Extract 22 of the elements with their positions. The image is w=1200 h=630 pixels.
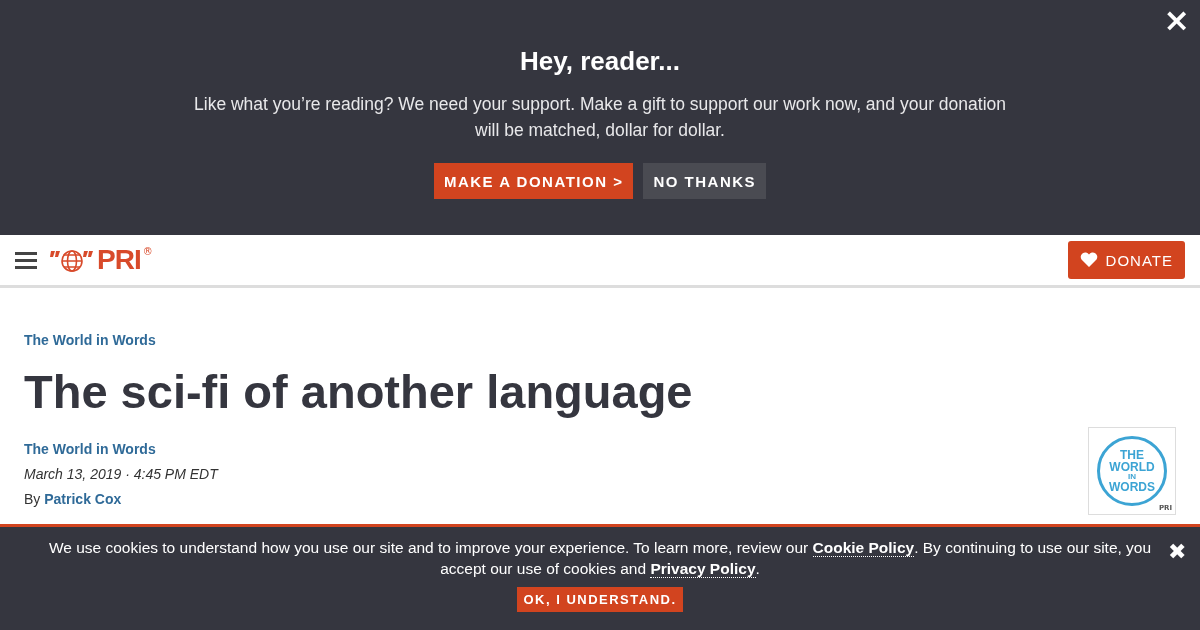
policy-link[interactable]: Privacy Policy [650,560,756,578]
author-link[interactable]: Patrick Cox [44,491,122,507]
program-link[interactable]: The World in Words [24,441,218,457]
banner-title: Hey, reader... [520,46,680,77]
close-button[interactable]: × [1163,4,1190,36]
cookie-notice: We use cookies to understand how you use our site and to improve your experience. To learn more, review our Cookie Policy. By continuing to use our site, you accept our use of cookies and Privacy Policy. [47,538,1153,579]
dismiss-button[interactable]: NO THANKS [643,163,767,199]
policy-link[interactable]: Cookie Policy [812,539,915,557]
menu-icon[interactable] [15,251,37,269]
article-title: The sci-fi of another language [24,364,694,419]
registered-mark: ® [142,246,153,257]
donation-button[interactable]: MAKE A DONATION > [433,163,634,199]
category-link[interactable]: The World in Words [24,332,1176,348]
close-button[interactable]: ✖ [1168,539,1186,565]
accept-button[interactable]: OK, I UNDERSTAND. [517,587,683,612]
byline-label: By [24,491,41,507]
donate-button[interactable]: DONATE [1067,241,1185,279]
banner-message: Like what you’re reading? We need your support. Make a gift to support our work now, and your donation will be matched, dollar for dollar. [193,93,1007,142]
article-date: March 13, 2019 · 4:45 PM EDT [24,466,218,482]
heart-icon [1079,252,1098,268]
logo-text[interactable]: PRI [97,244,141,276]
globe-logo-icon [49,247,95,273]
